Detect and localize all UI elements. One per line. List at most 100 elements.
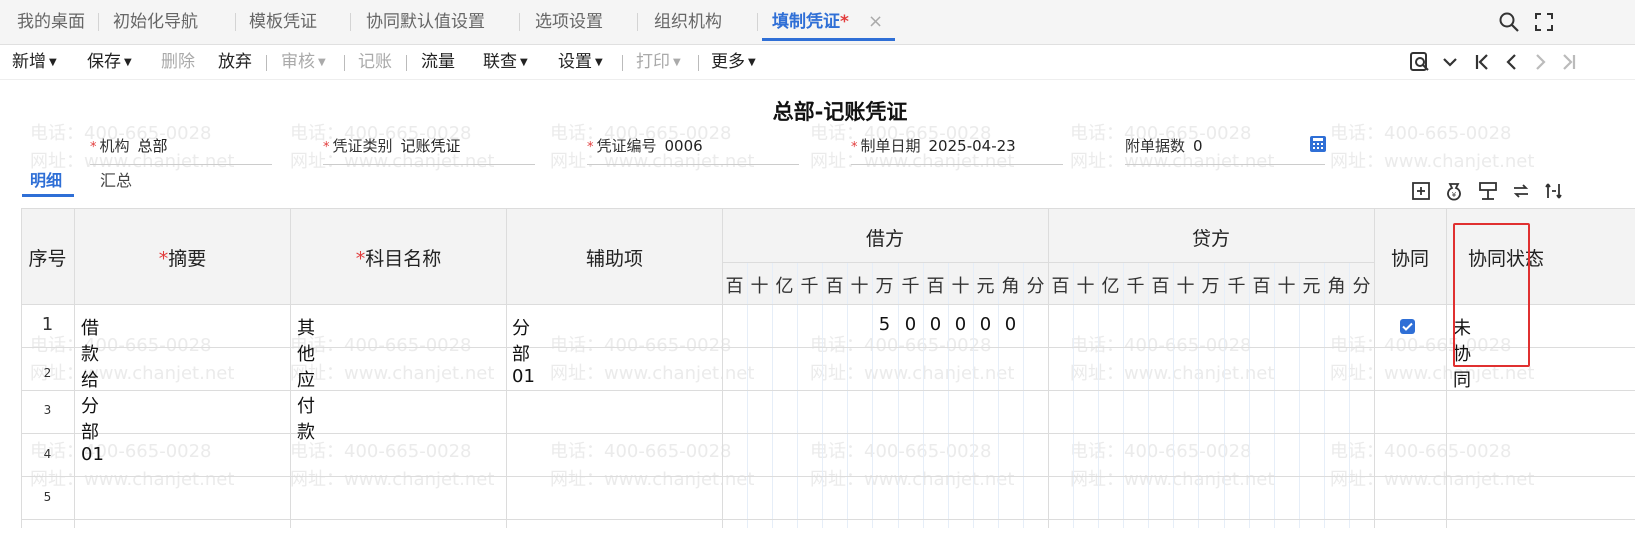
save-button[interactable]: 保存 ▼ — [87, 45, 132, 79]
calculator-icon[interactable] — [1309, 135, 1327, 153]
grid-line — [21, 390, 1635, 391]
split-icon[interactable] — [1477, 180, 1499, 202]
digit-unit-label: 千 — [901, 276, 920, 297]
digit-unit-label: 元 — [976, 276, 995, 297]
grid-line — [822, 262, 823, 528]
abandon-button[interactable]: 放弃 — [218, 45, 252, 79]
insert-row-icon[interactable] — [1410, 180, 1432, 202]
grid-line — [722, 262, 1374, 263]
watermark-site: 网址：www.chanjet.net — [550, 363, 755, 384]
chevron-down-icon[interactable] — [1438, 50, 1462, 74]
swap-icon[interactable] — [1510, 180, 1532, 202]
first-record-icon[interactable] — [1471, 50, 1495, 74]
digit-unit-label: 分 — [1352, 276, 1371, 297]
grid-line — [21, 476, 1635, 477]
header-summary-label: 摘要 — [168, 248, 207, 270]
digit-unit-label: 百 — [1252, 276, 1271, 297]
voucher-number-field[interactable]: * 凭证编号 0006 — [587, 136, 799, 165]
tab-my-desktop[interactable]: 我的桌面 — [17, 0, 85, 44]
watermark-text: 电话：400-665-0028网址：www.chanjet.net — [290, 332, 494, 388]
close-tab-icon[interactable]: × — [868, 0, 883, 44]
active-tab-indicator — [22, 194, 74, 197]
tab-org[interactable]: 组织机构 — [654, 0, 722, 44]
digit-unit-label: 十 — [1176, 276, 1195, 297]
summary-cell[interactable]: 借款给分部01 — [81, 314, 104, 465]
chevron-down-icon: ▼ — [595, 57, 603, 68]
new-button[interactable]: 新增 ▼ — [12, 45, 57, 79]
grid-line — [722, 208, 723, 528]
grid-line — [923, 262, 924, 528]
debit-digit: 0 — [1004, 314, 1017, 335]
money-bag-icon[interactable]: ¥ — [1443, 180, 1465, 202]
digit-unit-label: 千 — [800, 276, 819, 297]
watermark-phone: 电话：400-665-0028 — [810, 441, 992, 462]
tab-separator — [757, 13, 758, 31]
collab-checkbox[interactable] — [1400, 319, 1415, 334]
watermark-text: 电话：400-665-0028网址：www.chanjet.net — [810, 332, 1014, 388]
balance-icon[interactable] — [1543, 180, 1565, 202]
post-button[interactable]: 记账 — [358, 45, 392, 79]
digit-unit-label: 百 — [725, 276, 744, 297]
required-mark: * — [158, 248, 169, 270]
watermark-text: 电话：400-665-0028 网址：www.chanjet.net — [810, 438, 1014, 494]
digit-unit-label: 十 — [750, 276, 769, 297]
tab-options[interactable]: 选项设置 — [535, 0, 603, 44]
grid-line — [21, 304, 1635, 305]
fullscreen-icon[interactable] — [1532, 10, 1556, 34]
watermark-phone: 电话：400-665-0028 — [550, 441, 732, 462]
grid-line — [772, 262, 773, 528]
settings-button[interactable]: 设置 ▼ — [558, 45, 603, 79]
previous-record-icon[interactable] — [1500, 50, 1524, 74]
digit-unit-label: 千 — [1227, 276, 1246, 297]
voucher-type-field[interactable]: * 凭证类别 记账凭证 — [323, 136, 535, 165]
tab-template-voucher[interactable]: 模板凭证 — [249, 0, 317, 44]
tab-fill-voucher-label: 填制凭证 — [772, 12, 840, 32]
org-field[interactable]: * 机构 总部 — [90, 136, 272, 165]
date-label: 制单日期 — [860, 137, 921, 155]
more-button[interactable]: 更多 ▼ — [711, 45, 756, 79]
grid-line — [1299, 262, 1300, 528]
grid-line — [847, 262, 848, 528]
highlight-box — [1453, 223, 1530, 367]
grid-line — [973, 262, 974, 528]
preview-icon[interactable] — [1408, 50, 1432, 74]
date-value: 2025-04-23 — [928, 137, 1016, 155]
account-cell[interactable]: 其他应付款 — [297, 314, 315, 444]
grid-line — [1023, 262, 1024, 528]
tab-init-guide[interactable]: 初始化导航 — [113, 0, 198, 44]
digit-unit-label: 元 — [1302, 276, 1321, 297]
tab-separator — [235, 13, 236, 31]
digit-unit-label: 百 — [1051, 276, 1070, 297]
watermark-phone: 电话：400-665-0028 — [30, 335, 212, 356]
grid-line — [1349, 262, 1350, 528]
row-number: 3 — [43, 403, 52, 417]
tab-detail[interactable]: 明细 — [30, 170, 62, 192]
watermark-phone: 电话：400-665-0028 — [550, 335, 732, 356]
debit-digit: 0 — [979, 314, 992, 335]
audit-button[interactable]: 审核 ▼ — [281, 45, 326, 79]
digit-unit-label: 十 — [1076, 276, 1095, 297]
date-field[interactable]: * 制单日期 2025-04-23 — [851, 136, 1063, 165]
toolbar-separator — [406, 55, 407, 71]
debit-digit: 0 — [929, 314, 942, 335]
org-label: 机构 — [99, 137, 130, 155]
last-record-icon[interactable] — [1556, 50, 1580, 74]
grid-line — [21, 347, 1635, 348]
delete-button[interactable]: 删除 — [161, 45, 195, 79]
search-icon[interactable] — [1497, 10, 1521, 34]
grid-line — [898, 262, 899, 528]
aux-cell[interactable]: 分部01 — [512, 314, 535, 387]
watermark-text: 电话：400-665-0028网址：www.chanjet.net — [1330, 120, 1534, 176]
attachment-count-field[interactable]: 附单据数 0 — [1125, 136, 1325, 165]
chevron-down-icon: ▼ — [124, 57, 132, 68]
linked-query-button[interactable]: 联查 ▼ — [483, 45, 528, 79]
toolbar: 新增 ▼ 保存 ▼ 删除 放弃 审核 ▼ 记账 流量 联查 ▼ 设置 ▼ 打印 ▼ 更多 ▼ — [0, 45, 1635, 80]
print-button[interactable]: 打印 ▼ — [636, 45, 681, 79]
attachment-count-label: 附单据数 — [1125, 137, 1186, 155]
cashflow-button[interactable]: 流量 — [421, 45, 455, 79]
tab-summary[interactable]: 汇总 — [100, 170, 132, 192]
watermark-site: 网址：www.chanjet.net — [810, 469, 1015, 490]
next-record-icon[interactable] — [1528, 50, 1552, 74]
tab-collab-defaults[interactable]: 协同默认值设置 — [366, 0, 485, 44]
digit-unit-label: 角 — [1327, 276, 1346, 297]
